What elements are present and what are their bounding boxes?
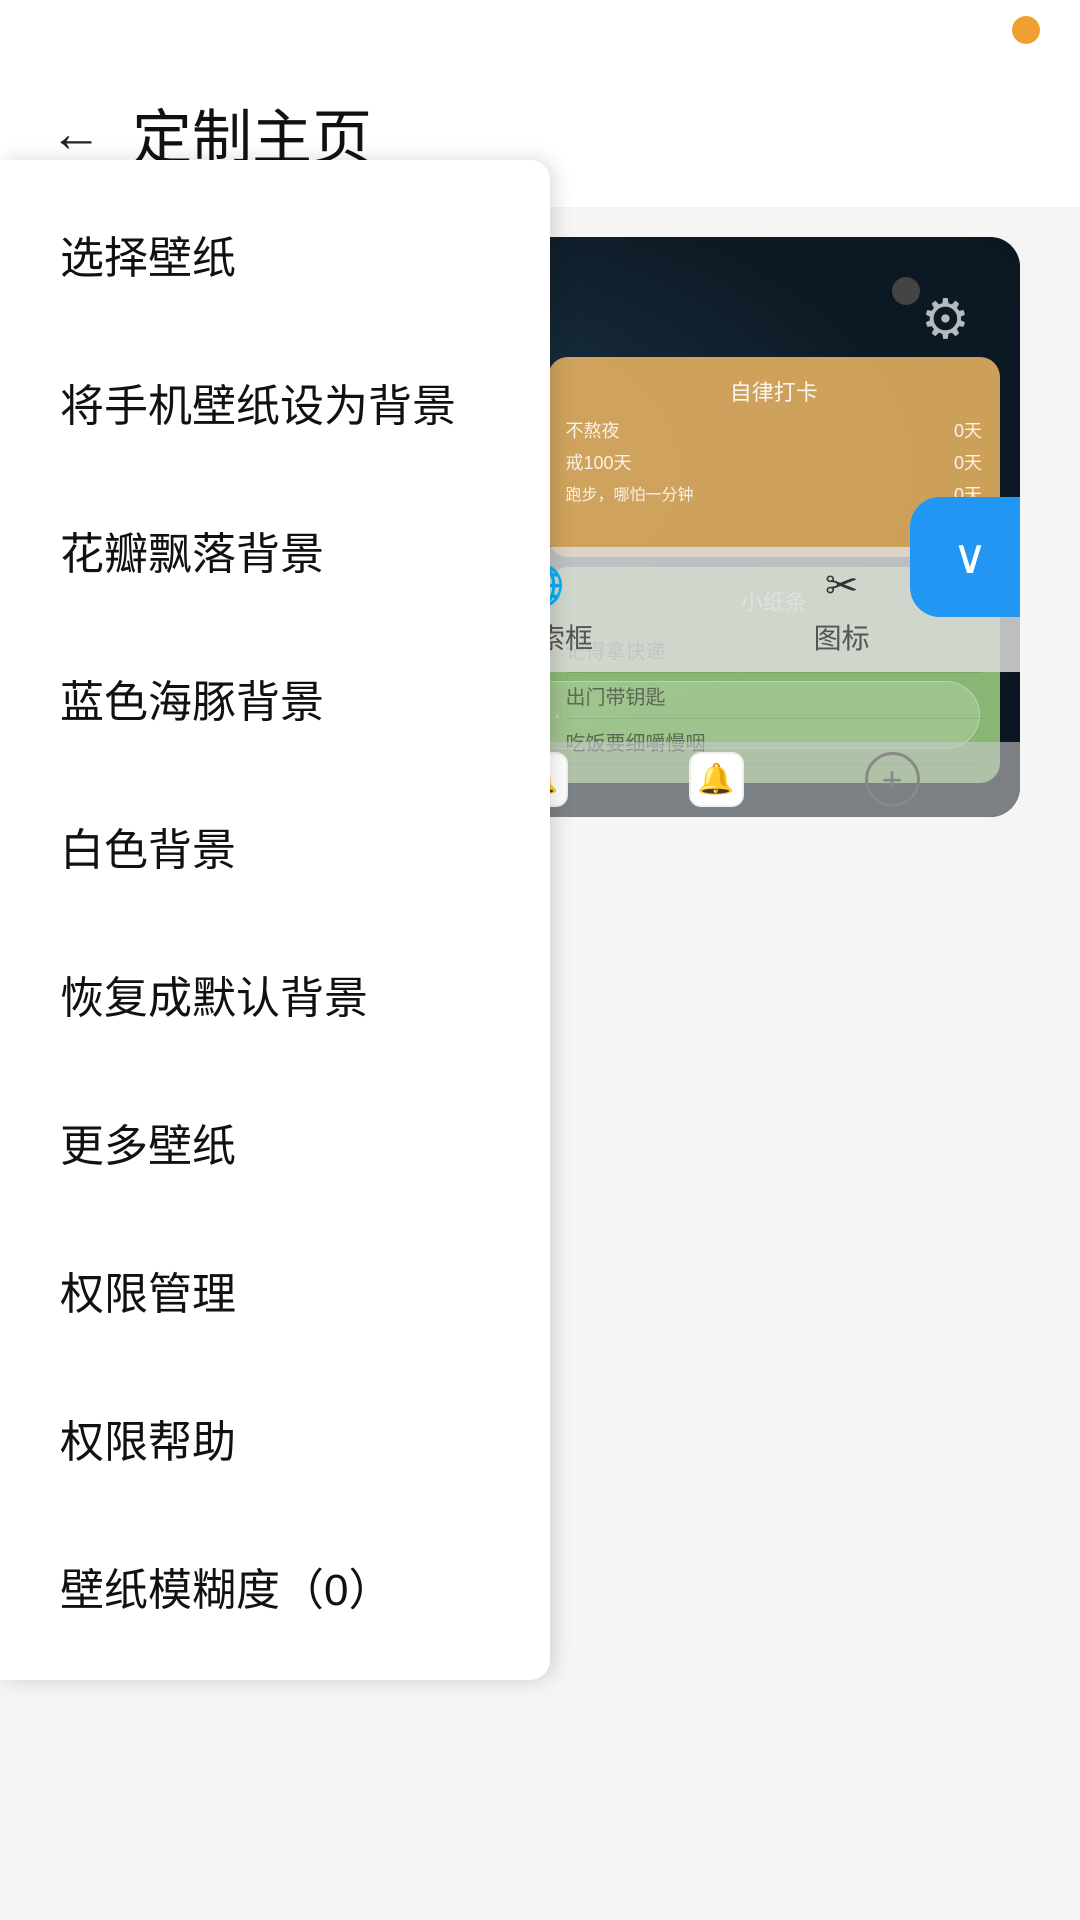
- dropdown-item-permissions[interactable]: 权限管理: [0, 1216, 550, 1364]
- chevron-down-icon: ∨: [952, 529, 987, 585]
- dropdown-item-wallpaper[interactable]: 选择壁纸: [0, 180, 550, 328]
- dropdown-item-restore[interactable]: 恢复成默认背景: [0, 920, 550, 1068]
- dock-icon-bell2[interactable]: 🔔: [689, 752, 744, 807]
- tab-icons-label: 图标: [814, 617, 870, 657]
- dropdown-item-dolphin[interactable]: 蓝色海豚背景: [0, 624, 550, 772]
- row-value: 0天: [954, 417, 982, 443]
- dropdown-item-blur[interactable]: 壁纸模糊度（0）: [0, 1512, 550, 1660]
- dock-add-button[interactable]: +: [865, 752, 920, 807]
- dropdown-item-more-wallpaper[interactable]: 更多壁纸: [0, 1068, 550, 1216]
- dropdown-item-white[interactable]: 白色背景: [0, 772, 550, 920]
- dropdown-item-permissions-help[interactable]: 权限帮助: [0, 1364, 550, 1512]
- row-label: 戒100天: [566, 449, 632, 475]
- dropdown-item-set-wallpaper[interactable]: 将手机壁纸设为背景: [0, 328, 550, 476]
- status-bar: [0, 0, 1080, 60]
- tab-icons[interactable]: ✂ 图标: [814, 563, 870, 657]
- gear-icon[interactable]: ⚙: [921, 287, 970, 351]
- widget-title: 自律打卡: [566, 375, 983, 407]
- camera-dot: [892, 277, 920, 305]
- dropdown-menu: 选择壁纸 将手机壁纸设为背景 花瓣飘落背景 蓝色海豚背景 白色背景 恢复成默认背…: [0, 160, 550, 1680]
- widget-row: 戒100天 0天: [566, 449, 983, 475]
- back-button[interactable]: ←: [50, 108, 102, 160]
- expand-button[interactable]: ∨: [910, 497, 1020, 617]
- widget-row: 跑步，哪怕一分钟 0天: [566, 481, 983, 507]
- widget-row: 不熬夜 0天: [566, 417, 983, 443]
- dropdown-item-petal[interactable]: 花瓣飘落背景: [0, 476, 550, 624]
- row-value: 0天: [954, 449, 982, 475]
- status-dot: [1012, 16, 1040, 44]
- row-label: 不熬夜: [566, 417, 620, 443]
- row-label: 跑步，哪怕一分钟: [566, 481, 694, 507]
